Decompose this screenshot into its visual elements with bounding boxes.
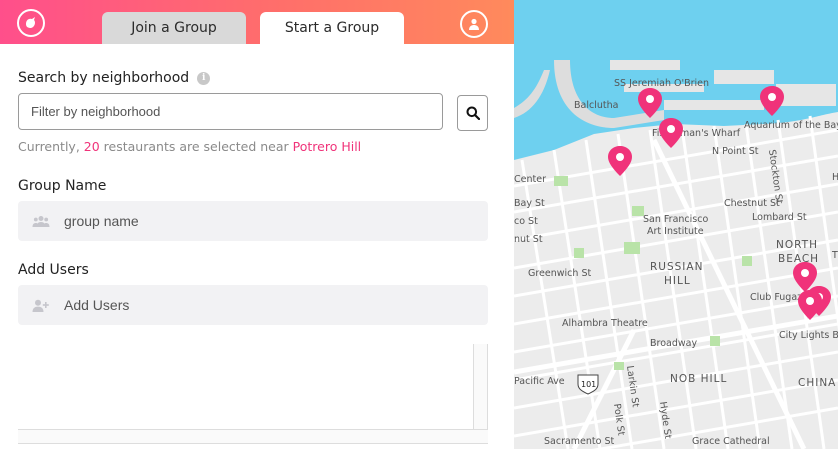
status-middle: restaurants are selected near bbox=[103, 139, 289, 154]
neighborhood-filter-input[interactable] bbox=[18, 93, 443, 130]
map-label-broadway: Broadway bbox=[650, 338, 697, 349]
svg-text:101: 101 bbox=[581, 380, 596, 389]
map-label-sfai-line1: San Francisco bbox=[643, 214, 708, 225]
map-label-grace: Grace Cathedral bbox=[692, 436, 770, 447]
restaurant-map[interactable]: SS Jeremiah O'Brien Balclutha Fisherman'… bbox=[514, 0, 838, 449]
info-icon[interactable]: i bbox=[197, 71, 211, 85]
map-label-citylights: City Lights Bo bbox=[779, 330, 838, 341]
map-label-aquarium: Aquarium of the Bay bbox=[744, 120, 838, 131]
group-icon bbox=[18, 215, 64, 227]
map-label-h: H bbox=[832, 172, 838, 183]
map-label-hill: HILL bbox=[664, 275, 691, 287]
map-label-t: T bbox=[831, 250, 838, 261]
add-user-icon bbox=[18, 299, 64, 312]
group-panel: Join a Group Start a Group Search by nei… bbox=[0, 0, 514, 449]
selection-status: Currently, 20 restaurants are selected n… bbox=[18, 139, 361, 154]
group-name-label: Group Name bbox=[18, 178, 107, 194]
map-label-russian: RUSSIAN bbox=[650, 261, 703, 273]
map-label-co: co St bbox=[514, 216, 538, 227]
map-label-clubfugazi: Club Fugazi bbox=[750, 292, 805, 303]
bird-logo-icon[interactable] bbox=[17, 9, 45, 37]
map-canvas[interactable]: SS Jeremiah O'Brien Balclutha Fisherman'… bbox=[514, 0, 838, 449]
map-label-sfai-line2: Art Institute bbox=[647, 226, 704, 237]
neighborhood-link[interactable]: Potrero Hill bbox=[293, 139, 362, 154]
map-label-chestnut: Chestnut St bbox=[724, 198, 780, 209]
search-icon bbox=[466, 106, 480, 120]
map-label-alhambra: Alhambra Theatre bbox=[562, 318, 648, 329]
map-label-npoint: N Point St bbox=[712, 146, 759, 157]
map-label-pacific: Pacific Ave bbox=[514, 376, 565, 387]
app-root: Join a Group Start a Group Search by nei… bbox=[0, 0, 838, 449]
map-label-lombard: Lombard St bbox=[752, 212, 807, 223]
map-label-northbeach-1: NORTH bbox=[776, 239, 818, 251]
add-users-field[interactable] bbox=[18, 285, 488, 325]
map-label-greenwich: Greenwich St bbox=[528, 268, 591, 279]
map-label-center: Center bbox=[514, 174, 546, 185]
add-users-input[interactable] bbox=[64, 297, 464, 313]
map-label-bay: Bay St bbox=[514, 198, 545, 209]
header-bar: Join a Group Start a Group bbox=[0, 0, 514, 44]
tab-start-group[interactable]: Start a Group bbox=[260, 12, 404, 44]
user-profile-icon[interactable] bbox=[460, 10, 488, 38]
add-users-label: Add Users bbox=[18, 262, 89, 278]
map-label-northbeach-2: BEACH bbox=[778, 253, 819, 265]
search-label-text: Search by neighborhood bbox=[18, 70, 190, 86]
map-label-nut: nut St bbox=[514, 234, 543, 245]
map-label-jeremiah: SS Jeremiah O'Brien bbox=[614, 78, 709, 89]
map-label-sacramento: Sacramento St bbox=[544, 436, 615, 447]
map-label-nobhill: NOB HILL bbox=[670, 373, 727, 385]
restaurant-count: 20 bbox=[83, 139, 100, 154]
horizontal-scrollbar[interactable] bbox=[18, 429, 488, 443]
search-button[interactable] bbox=[457, 95, 488, 131]
status-prefix: Currently, bbox=[18, 139, 80, 154]
vertical-scrollbar[interactable] bbox=[473, 344, 487, 430]
tab-join-group[interactable]: Join a Group bbox=[102, 12, 246, 44]
group-name-input[interactable] bbox=[64, 213, 464, 229]
search-label: Search by neighborhood i bbox=[18, 70, 211, 86]
map-label-china: CHINA bbox=[798, 377, 836, 389]
user-list[interactable] bbox=[18, 344, 488, 444]
map-label-balclutha: Balclutha bbox=[574, 100, 618, 111]
group-name-field[interactable] bbox=[18, 201, 488, 241]
